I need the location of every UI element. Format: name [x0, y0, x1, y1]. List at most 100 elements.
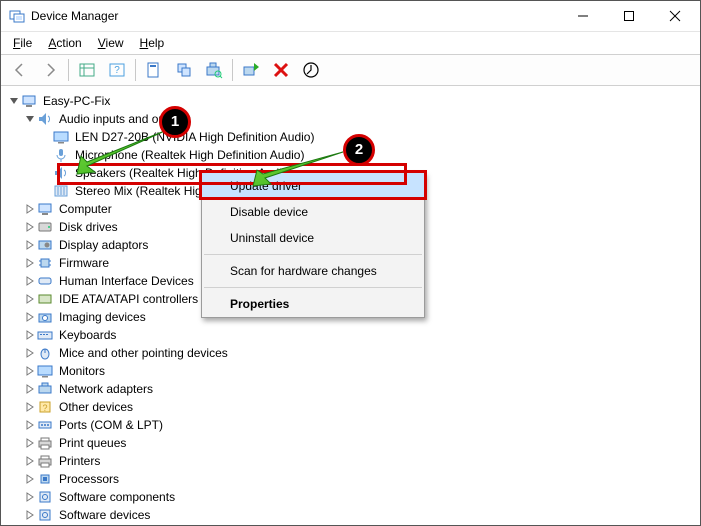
category-label: Printers	[57, 452, 102, 470]
speaker-icon	[53, 165, 69, 181]
category-label: Software components	[57, 488, 177, 506]
category-label: IDE ATA/ATAPI controllers	[57, 290, 200, 308]
ctx-uninstall-device[interactable]: Uninstall device	[202, 225, 424, 251]
category-printq[interactable]: Print queues	[7, 434, 700, 452]
monitor-icon	[53, 129, 69, 145]
device-item[interactable]: LEN D27-20B (NVIDIA High Definition Audi…	[7, 128, 700, 146]
forward-button[interactable]	[36, 56, 64, 84]
minimize-button[interactable]	[560, 1, 606, 31]
properties-toolbar-button[interactable]	[140, 56, 168, 84]
category-label: Display adaptors	[57, 236, 150, 254]
hid-icon	[37, 273, 53, 289]
update-driver-toolbar-button[interactable]	[297, 56, 325, 84]
expander-closed-icon[interactable]	[23, 470, 37, 488]
category-keyboards[interactable]: Keyboards	[7, 326, 700, 344]
computer-icon	[37, 201, 53, 217]
uninstall-device-button[interactable]	[267, 56, 295, 84]
maximize-button[interactable]	[606, 1, 652, 31]
device-toolbar-button[interactable]	[170, 56, 198, 84]
category-label: Audio inputs and outputs	[57, 110, 193, 128]
speaker-icon	[37, 111, 53, 127]
category-label: Human Interface Devices	[57, 272, 196, 290]
category-swcomp[interactable]: Software components	[7, 488, 700, 506]
monitor-icon	[37, 363, 53, 379]
category-other[interactable]: ? Other devices	[7, 398, 700, 416]
expander-open-icon[interactable]	[7, 92, 21, 110]
category-mice[interactable]: Mice and other pointing devices	[7, 344, 700, 362]
show-hidden-button[interactable]	[73, 56, 101, 84]
category-audio[interactable]: Audio inputs and outputs	[7, 110, 700, 128]
tree-root[interactable]: Easy-PC-Fix	[7, 92, 700, 110]
expander-closed-icon[interactable]	[23, 452, 37, 470]
disk-icon	[37, 219, 53, 235]
expander-closed-icon[interactable]	[23, 326, 37, 344]
expander-closed-icon[interactable]	[23, 380, 37, 398]
menu-help[interactable]: Help	[132, 34, 173, 52]
device-manager-window: Device Manager File Action View Help ? E…	[0, 0, 701, 526]
category-swdev[interactable]: Software devices	[7, 506, 700, 524]
expander-closed-icon[interactable]	[23, 254, 37, 272]
category-label: Disk drives	[57, 218, 120, 236]
device-label: Microphone (Realtek High Definition Audi…	[73, 146, 306, 164]
mouse-icon	[37, 345, 53, 361]
computer-icon	[21, 93, 37, 109]
device-tree[interactable]: Easy-PC-Fix Audio inputs and outputs LEN…	[1, 86, 700, 525]
svg-text:?: ?	[114, 65, 120, 76]
help-toolbar-button[interactable]: ?	[103, 56, 131, 84]
back-button[interactable]	[6, 56, 34, 84]
menu-view[interactable]: View	[90, 34, 132, 52]
expander-closed-icon[interactable]	[23, 290, 37, 308]
keyboard-icon	[37, 327, 53, 343]
menu-file[interactable]: File	[5, 34, 40, 52]
window-title: Device Manager	[31, 9, 118, 23]
expander-closed-icon[interactable]	[23, 200, 37, 218]
cpu-icon	[37, 471, 53, 487]
category-label: Computer	[57, 200, 114, 218]
ctx-separator	[204, 287, 422, 288]
expander-closed-icon[interactable]	[23, 488, 37, 506]
expander-closed-icon[interactable]	[23, 236, 37, 254]
toolbar: ?	[1, 54, 700, 86]
menu-action[interactable]: Action	[40, 34, 89, 52]
expander-closed-icon[interactable]	[23, 398, 37, 416]
ctx-disable-device[interactable]: Disable device	[202, 199, 424, 225]
expander-closed-icon[interactable]	[23, 308, 37, 326]
category-printers[interactable]: Printers	[7, 452, 700, 470]
expander-closed-icon[interactable]	[23, 218, 37, 236]
expander-closed-icon[interactable]	[23, 344, 37, 362]
category-label: Keyboards	[57, 326, 118, 344]
software-icon	[37, 507, 53, 523]
tree-root-label: Easy-PC-Fix	[41, 92, 112, 110]
category-label: Firmware	[57, 254, 111, 272]
category-label: Mice and other pointing devices	[57, 344, 230, 362]
ctx-properties[interactable]: Properties	[202, 291, 424, 317]
expander-closed-icon[interactable]	[23, 506, 37, 524]
ctx-update-driver[interactable]: Update driver	[202, 173, 424, 199]
category-ports[interactable]: Ports (COM & LPT)	[7, 416, 700, 434]
expander-open-icon[interactable]	[23, 110, 37, 128]
titlebar: Device Manager	[1, 1, 700, 31]
category-label: Network adapters	[57, 380, 155, 398]
software-icon	[37, 489, 53, 505]
device-manager-icon	[9, 8, 25, 24]
device-item[interactable]: Microphone (Realtek High Definition Audi…	[7, 146, 700, 164]
scan-hardware-button[interactable]	[200, 56, 228, 84]
category-processors[interactable]: Processors	[7, 470, 700, 488]
category-label: Other devices	[57, 398, 135, 416]
category-monitors[interactable]: Monitors	[7, 362, 700, 380]
expander-closed-icon[interactable]	[23, 434, 37, 452]
expander-closed-icon[interactable]	[23, 362, 37, 380]
enable-device-button[interactable]	[237, 56, 265, 84]
chip-icon	[37, 255, 53, 271]
svg-text:?: ?	[42, 403, 47, 413]
microphone-icon	[53, 147, 69, 163]
close-button[interactable]	[652, 1, 698, 31]
ctx-scan-hardware[interactable]: Scan for hardware changes	[202, 258, 424, 284]
network-icon	[37, 381, 53, 397]
mixer-icon	[53, 183, 69, 199]
expander-closed-icon[interactable]	[23, 272, 37, 290]
category-network[interactable]: Network adapters	[7, 380, 700, 398]
category-label: Processors	[57, 470, 121, 488]
ctx-separator	[204, 254, 422, 255]
expander-closed-icon[interactable]	[23, 416, 37, 434]
